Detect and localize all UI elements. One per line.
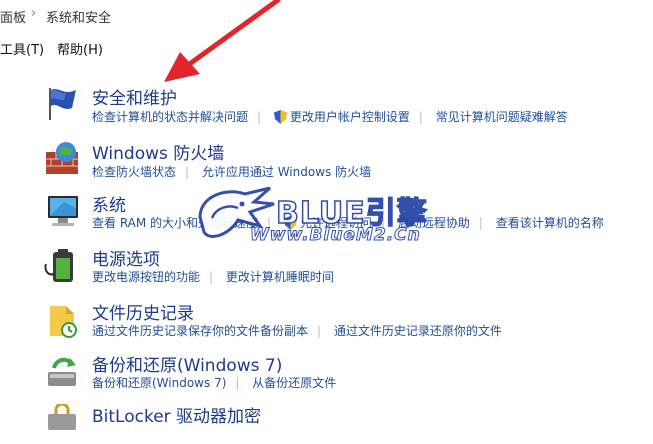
firewall-icon bbox=[46, 142, 78, 174]
link-backup-restore[interactable]: 备份和还原(Windows 7) bbox=[92, 374, 226, 391]
link-troubleshoot[interactable]: 常见计算机问题疑难解答 bbox=[436, 108, 568, 125]
battery-icon bbox=[44, 249, 73, 282]
link-uac-settings[interactable]: 更改用户帐户控制设置 bbox=[290, 108, 410, 125]
link-sleep-time[interactable]: 更改计算机睡眠时间 bbox=[226, 268, 334, 285]
bitlocker-icon bbox=[48, 404, 76, 430]
title-power-options[interactable]: 电源选项 bbox=[92, 245, 160, 270]
menu-bar: 工具(T) 帮助(H) bbox=[0, 34, 653, 60]
menu-help[interactable]: 帮助(H) bbox=[57, 39, 103, 58]
breadcrumb-control-panel[interactable]: 面板 bbox=[0, 7, 26, 26]
menu-tools[interactable]: 工具(T) bbox=[0, 39, 44, 58]
title-file-history[interactable]: 文件历史记录 bbox=[92, 299, 194, 324]
title-windows-firewall[interactable]: Windows 防火墙 bbox=[92, 139, 224, 164]
file-history-icon bbox=[50, 306, 77, 338]
link-backup-copy[interactable]: 通过文件历史记录保存你的文件备份副本 bbox=[92, 322, 308, 339]
link-allow-app[interactable]: 允许应用通过 Windows 防火墙 bbox=[202, 163, 371, 180]
breadcrumb-separator-icon: › bbox=[31, 6, 37, 21]
link-check-status[interactable]: 检查计算机的状态并解决问题 bbox=[92, 108, 248, 125]
link-view-ram[interactable]: 查看 RAM 的大小和处理器速度 bbox=[92, 214, 258, 231]
title-backup-restore[interactable]: 备份和还原(Windows 7) bbox=[92, 351, 282, 376]
flag-icon bbox=[49, 88, 76, 120]
link-power-button[interactable]: 更改电源按钮的功能 bbox=[92, 268, 200, 285]
address-bar[interactable]: 面板 › 系统和安全 bbox=[0, 0, 653, 32]
link-firewall-status[interactable]: 检查防火墙状态 bbox=[92, 163, 176, 180]
title-system[interactable]: 系统 bbox=[92, 191, 126, 216]
link-computer-name[interactable]: 查看该计算机的名称 bbox=[496, 214, 604, 231]
monitor-icon bbox=[48, 196, 78, 226]
uac-shield-icon bbox=[273, 109, 287, 124]
link-remote-access[interactable]: 允许远程访问 bbox=[300, 214, 372, 231]
link-restore-files[interactable]: 通过文件历史记录还原你的文件 bbox=[334, 322, 502, 339]
title-bitlocker[interactable]: BitLocker 驱动器加密 bbox=[92, 402, 261, 427]
backup-icon bbox=[48, 357, 76, 386]
link-restore-from-backup[interactable]: 从备份还原文件 bbox=[252, 374, 336, 391]
breadcrumb-system-security[interactable]: 系统和安全 bbox=[46, 7, 111, 26]
annotation-arrow-icon bbox=[164, 0, 281, 82]
link-remote-assistance[interactable]: 启动远程协助 bbox=[398, 214, 470, 231]
remote-shield-icon bbox=[283, 215, 297, 230]
